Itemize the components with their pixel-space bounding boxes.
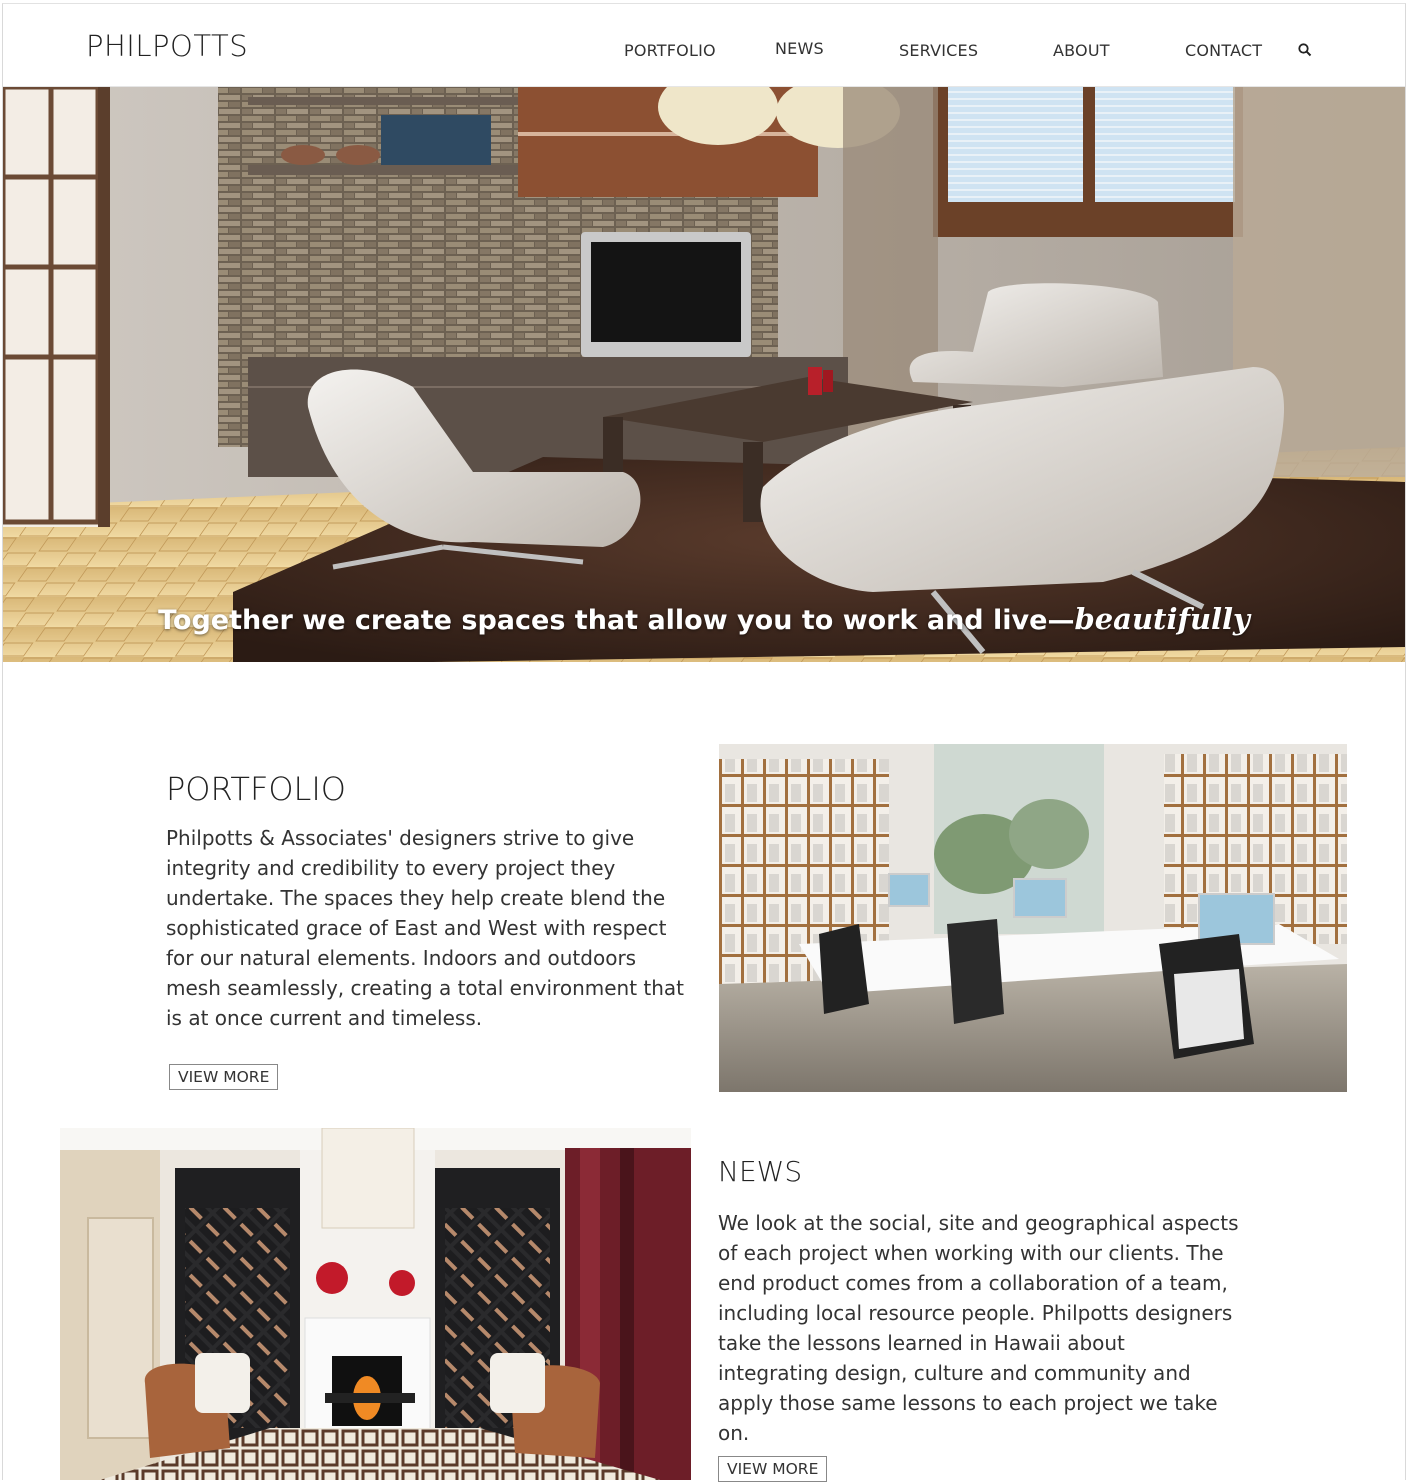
- nav-news[interactable]: NEWS: [775, 39, 824, 58]
- hero-slider[interactable]: Together we create spaces that allow you…: [3, 87, 1405, 662]
- site-logo[interactable]: PHILPOTTS: [86, 29, 248, 63]
- hero-caption: Together we create spaces that allow you…: [3, 602, 1405, 636]
- nav-about[interactable]: ABOUT: [1053, 41, 1110, 60]
- news-body: We look at the social, site and geograph…: [718, 1211, 1239, 1445]
- site-header: PHILPOTTS PORTFOLIO NEWS SERVICES ABOUT …: [3, 4, 1405, 87]
- nav-services[interactable]: SERVICES: [899, 41, 978, 60]
- hero-caption-main: Together we create spaces that allow you…: [158, 605, 1075, 636]
- nav-contact[interactable]: CONTACT: [1185, 41, 1262, 60]
- hero-caption-emphasis: beautifully: [1074, 602, 1250, 636]
- nav-portfolio[interactable]: PORTFOLIO: [624, 41, 716, 60]
- portfolio-body: Philpotts & Associates' designers strive…: [166, 826, 685, 1030]
- search-icon[interactable]: [1297, 42, 1313, 58]
- hero-living-room-image: [3, 87, 1405, 662]
- portfolio-title: PORTFOLIO: [166, 770, 346, 808]
- portfolio-view-more-button[interactable]: VIEW MORE: [169, 1064, 279, 1090]
- news-view-more-button[interactable]: VIEW MORE: [718, 1456, 828, 1482]
- news-interior-image: [60, 1128, 691, 1480]
- news-title: NEWS: [718, 1155, 803, 1188]
- portfolio-office-image: [719, 744, 1347, 1092]
